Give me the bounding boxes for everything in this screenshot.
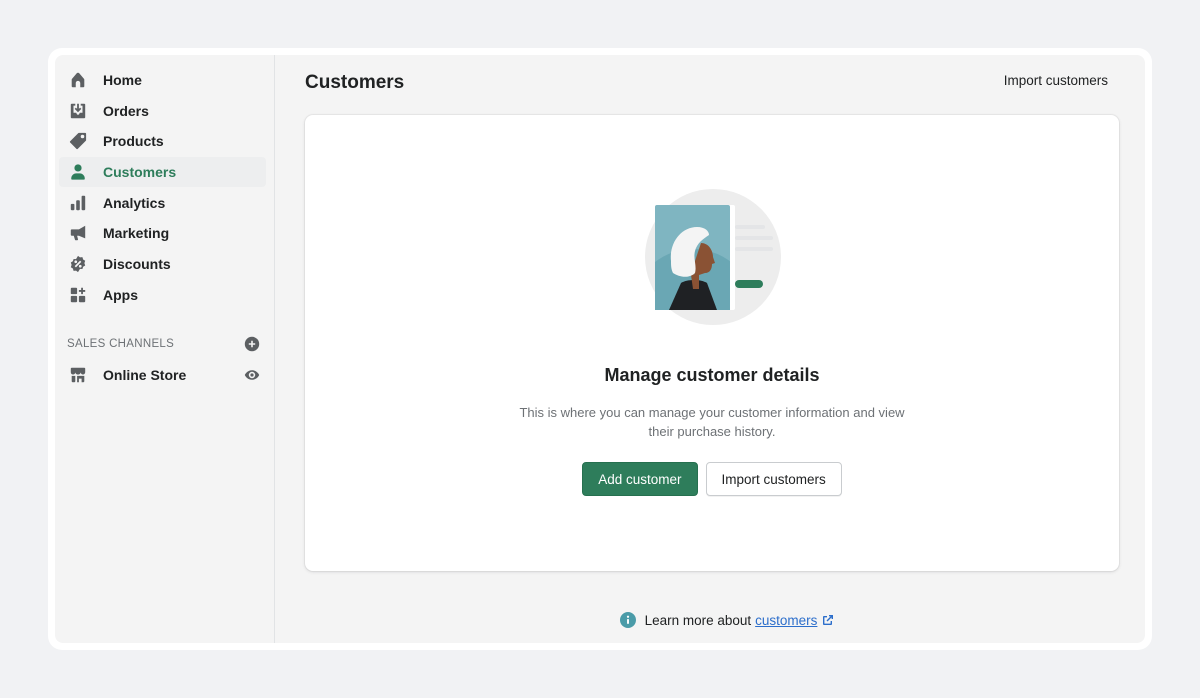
orders-icon <box>69 102 87 120</box>
page-title: Customers <box>305 72 405 93</box>
eye-icon[interactable] <box>244 367 260 383</box>
sidebar-item-apps[interactable]: Apps <box>59 280 266 310</box>
bar-chart-icon <box>69 194 87 212</box>
sidebar-item-label: Discounts <box>103 256 171 273</box>
sidebar-item-marketing[interactable]: Marketing <box>59 218 266 248</box>
sidebar-item-label: Products <box>103 133 164 150</box>
sidebar-item-label: Apps <box>103 286 138 303</box>
sidebar-item-label: Online Store <box>103 366 187 383</box>
import-customers-button[interactable]: Import customers <box>705 462 842 496</box>
sidebar-item-orders[interactable]: Orders <box>59 96 266 126</box>
main-content: Customers Import customers Manage custom… <box>275 55 1145 643</box>
admin-app: Home Orders Products Customers Analytics… <box>55 55 1145 643</box>
external-link-icon[interactable] <box>822 614 834 626</box>
import-customers-header-button[interactable]: Import customers <box>1004 73 1108 88</box>
app-frame: Home Orders Products Customers Analytics… <box>48 48 1152 650</box>
sidebar-item-label: Orders <box>103 102 149 119</box>
sidebar-item-customers[interactable]: Customers <box>59 157 266 188</box>
sidebar-item-label: Customers <box>103 164 177 181</box>
footer-help: Learn more about customers <box>275 612 1145 628</box>
apps-icon <box>69 286 87 304</box>
sidebar-item-products[interactable]: Products <box>59 126 266 156</box>
empty-state-actions: Add customer Import customers <box>305 462 1119 496</box>
person-icon <box>69 163 87 181</box>
store-icon <box>69 366 87 384</box>
sidebar-item-discounts[interactable]: Discounts <box>59 249 266 279</box>
megaphone-icon <box>69 224 87 242</box>
empty-state-title: Manage customer details <box>604 365 820 385</box>
sales-channels-title: SALES CHANNELS <box>67 337 175 350</box>
home-icon <box>69 71 87 89</box>
info-icon <box>619 612 636 628</box>
tag-icon <box>69 132 87 150</box>
sidebar-item-analytics[interactable]: Analytics <box>59 188 266 218</box>
sidebar-item-label: Home <box>103 72 142 88</box>
plus-circle-icon[interactable] <box>244 336 260 352</box>
sidebar-item-online-store[interactable]: Online Store <box>59 360 266 390</box>
customers-help-link[interactable]: customers <box>755 613 817 628</box>
sales-channels-header: SALES CHANNELS <box>55 334 274 354</box>
empty-state-description: This is where you can manage your custom… <box>519 405 905 439</box>
customer-illustration <box>645 189 781 325</box>
discount-icon <box>69 255 87 273</box>
footer-help-text: Learn more about <box>644 612 752 628</box>
sidebar-item-label: Analytics <box>103 194 166 211</box>
sidebar: Home Orders Products Customers Analytics… <box>55 55 275 643</box>
empty-state-card: Manage customer details This is where yo… <box>305 115 1119 571</box>
add-customer-button[interactable]: Add customer <box>582 462 698 496</box>
sidebar-item-label: Marketing <box>103 225 170 242</box>
sidebar-item-home[interactable]: Home <box>59 65 266 95</box>
